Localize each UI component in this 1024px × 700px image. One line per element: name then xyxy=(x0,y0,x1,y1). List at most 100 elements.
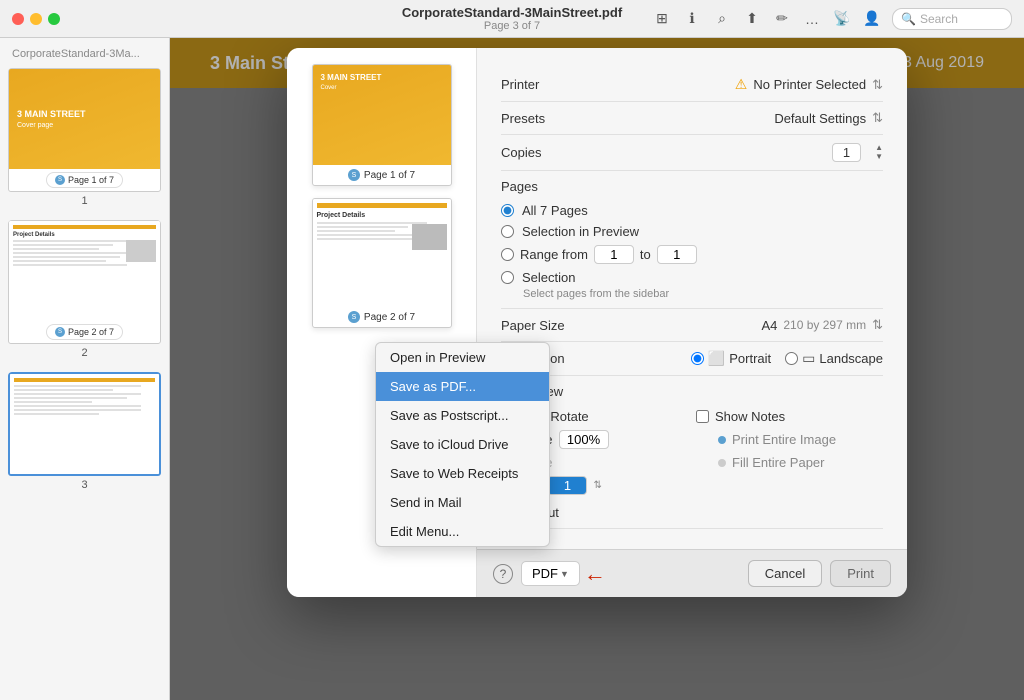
orientation-landscape-opt[interactable]: ▭ Landscape xyxy=(785,350,883,367)
copies-sub-arrows: ⇅ xyxy=(593,480,601,491)
thumb-2-badge: Page 2 of 7 xyxy=(68,327,114,337)
pages-range-to-input[interactable] xyxy=(657,245,697,264)
paper-size-arrows: ⇅ xyxy=(872,317,883,333)
preview-page1-badge: Page 1 of 7 xyxy=(364,170,415,181)
copies-sub-input[interactable] xyxy=(547,476,587,495)
preview-right: Show Notes Print Entire Image xyxy=(696,409,883,520)
menu-item-save-web[interactable]: Save to Web Receipts xyxy=(376,459,549,488)
copies-stepper[interactable]: 1 ▲ ▼ xyxy=(832,143,883,162)
person-icon[interactable]: 👤 xyxy=(862,9,882,29)
fill-entire-paper-row: Fill Entire Paper xyxy=(718,455,883,470)
orientation-portrait-opt[interactable]: ⬜ Portrait xyxy=(691,350,771,367)
pages-selection-label: Selection xyxy=(522,270,575,285)
pages-selection-radio[interactable] xyxy=(501,271,514,284)
titlebar-icons: ⊞ ℹ ⌕ ⬆ ✏ … 📡 👤 🔍 Search xyxy=(652,8,1012,30)
print-entire-image-row: Print Entire Image xyxy=(718,432,883,447)
dialog-footer: ? PDF ▼ ← Cancel Print xyxy=(477,549,907,597)
sidebar-toggle-icon[interactable]: ⊞ xyxy=(652,9,672,29)
pages-range-row: Range from to xyxy=(501,242,883,267)
pages-all-radio-row: All 7 Pages xyxy=(501,200,883,221)
sidebar: CorporateStandard-3Ma... 3 MAIN STREETCo… xyxy=(0,38,170,700)
dialog-preview-page1: 3 MAIN STREETCover S Page 1 of 7 xyxy=(312,64,452,186)
preview-toggle[interactable]: ▼ Preview xyxy=(501,384,883,399)
footer-arrow-indicator: ← xyxy=(584,561,606,587)
sidebar-thumb-3[interactable]: 3 xyxy=(8,372,161,494)
presets-value[interactable]: Default Settings ⇅ xyxy=(774,110,883,126)
fill-entire-paper-label: Fill Entire Paper xyxy=(732,455,824,470)
pages-range-radio[interactable] xyxy=(501,248,514,261)
close-button[interactable] xyxy=(12,13,24,25)
presets-label: Presets xyxy=(501,111,581,126)
presets-value-text: Default Settings xyxy=(774,111,866,126)
print-dialog: 3 MAIN STREETCover S Page 1 of 7 xyxy=(287,48,907,597)
scale-input[interactable] xyxy=(559,430,609,449)
pages-selection-row: Selection xyxy=(501,267,883,288)
dialog-preview-page2: Project Details xyxy=(312,198,452,328)
copies-row: Copies 1 ▲ ▼ xyxy=(501,135,883,171)
pages-all-label: All 7 Pages xyxy=(522,203,588,218)
zoom-icon[interactable]: ⌕ xyxy=(712,9,732,29)
menu-item-save-pdf[interactable]: Save as PDF... xyxy=(376,372,549,401)
edit-icon[interactable]: ✏ xyxy=(772,9,792,29)
paper-size-row: Paper Size A4 210 by 297 mm ⇅ xyxy=(501,309,883,342)
pdf-label: PDF xyxy=(532,566,558,581)
titlebar-page-info: Page 3 of 7 xyxy=(402,20,622,32)
maximize-button[interactable] xyxy=(48,13,60,25)
menu-item-send-mail[interactable]: Send in Mail xyxy=(376,488,549,517)
main-area: CorporateStandard-3Ma... 3 MAIN STREETCo… xyxy=(0,38,1024,700)
sidebar-thumb-1[interactable]: 3 MAIN STREETCover page S Page 1 of 7 1 xyxy=(8,68,161,210)
orientation-landscape-radio[interactable] xyxy=(785,352,798,365)
pages-section: Pages All 7 Pages Selection in Preview xyxy=(501,171,883,309)
paper-size-control[interactable]: A4 210 by 297 mm ⇅ xyxy=(761,317,883,333)
paper-size-label: Paper Size xyxy=(501,318,581,333)
pages-range-label: Range from xyxy=(520,247,588,262)
help-button[interactable]: ? xyxy=(493,564,513,584)
portrait-icon: ⬜ xyxy=(708,350,725,367)
pages-label: Pages xyxy=(501,179,883,194)
share-icon[interactable]: ⬆ xyxy=(742,9,762,29)
more-icon[interactable]: … xyxy=(802,9,822,29)
search-icon: 🔍 xyxy=(901,12,916,26)
copies-value: 1 xyxy=(832,143,861,162)
orientation-landscape-label: Landscape xyxy=(819,351,883,366)
menu-item-save-icloud[interactable]: Save to iCloud Drive xyxy=(376,430,549,459)
info-icon[interactable]: ℹ xyxy=(682,9,702,29)
cancel-button[interactable]: Cancel xyxy=(748,560,822,587)
airdrop-icon[interactable]: 📡 xyxy=(832,9,852,29)
printer-arrows-icon: ⇅ xyxy=(872,77,883,93)
print-button[interactable]: Print xyxy=(830,560,891,587)
doc-area: 3 Main Street 23 Aug 2019 3 MAIN STREETC… xyxy=(170,38,1024,700)
pdf-button[interactable]: PDF ▼ xyxy=(521,561,580,586)
minimize-button[interactable] xyxy=(30,13,42,25)
printer-row: Printer ⚠ No Printer Selected ⇅ xyxy=(501,68,883,102)
warning-icon: ⚠ xyxy=(735,76,748,93)
landscape-icon: ▭ xyxy=(802,350,815,367)
presets-arrows-icon: ⇅ xyxy=(872,110,883,126)
search-bar[interactable]: 🔍 Search xyxy=(892,8,1012,30)
print-entire-image-label: Print Entire Image xyxy=(732,432,836,447)
thumb-1-text: 3 MAIN STREETCover page xyxy=(9,101,160,137)
orientation-row: Orientation ⬜ Portrait ▭ xyxy=(501,342,883,376)
sidebar-thumb-2[interactable]: Project Details S Page 2 of 7 xyxy=(8,220,161,362)
paper-size-value: A4 xyxy=(761,318,777,333)
menu-item-save-postscript[interactable]: Save as Postscript... xyxy=(376,401,549,430)
titlebar-center: CorporateStandard-3MainStreet.pdf Page 3… xyxy=(402,5,622,32)
thumb-1-badge: Page 1 of 7 xyxy=(68,175,114,185)
pages-range-from-input[interactable] xyxy=(594,245,634,264)
selection-desc: Select pages from the sidebar xyxy=(501,288,883,300)
orientation-portrait-radio[interactable] xyxy=(691,352,704,365)
printer-label: Printer xyxy=(501,77,581,92)
pages-range-to-label: to xyxy=(640,247,651,262)
preview-page2-badge: Page 2 of 7 xyxy=(364,312,415,323)
pages-selection-preview-radio[interactable] xyxy=(501,225,514,238)
pages-all-radio[interactable] xyxy=(501,204,514,217)
menu-item-open-preview[interactable]: Open in Preview xyxy=(376,343,549,372)
context-menu: Open in Preview Save as PDF... Save as P… xyxy=(375,342,550,547)
sidebar-label: CorporateStandard-3Ma... xyxy=(8,48,161,60)
show-notes-checkbox[interactable] xyxy=(696,410,709,423)
presets-row: Presets Default Settings ⇅ xyxy=(501,102,883,135)
menu-item-edit-menu[interactable]: Edit Menu... xyxy=(376,517,549,546)
copies-down-arrow[interactable]: ▼ xyxy=(875,153,883,162)
show-notes-row: Show Notes xyxy=(696,409,883,424)
preview-grid: Auto Rotate Scale xyxy=(501,409,883,520)
